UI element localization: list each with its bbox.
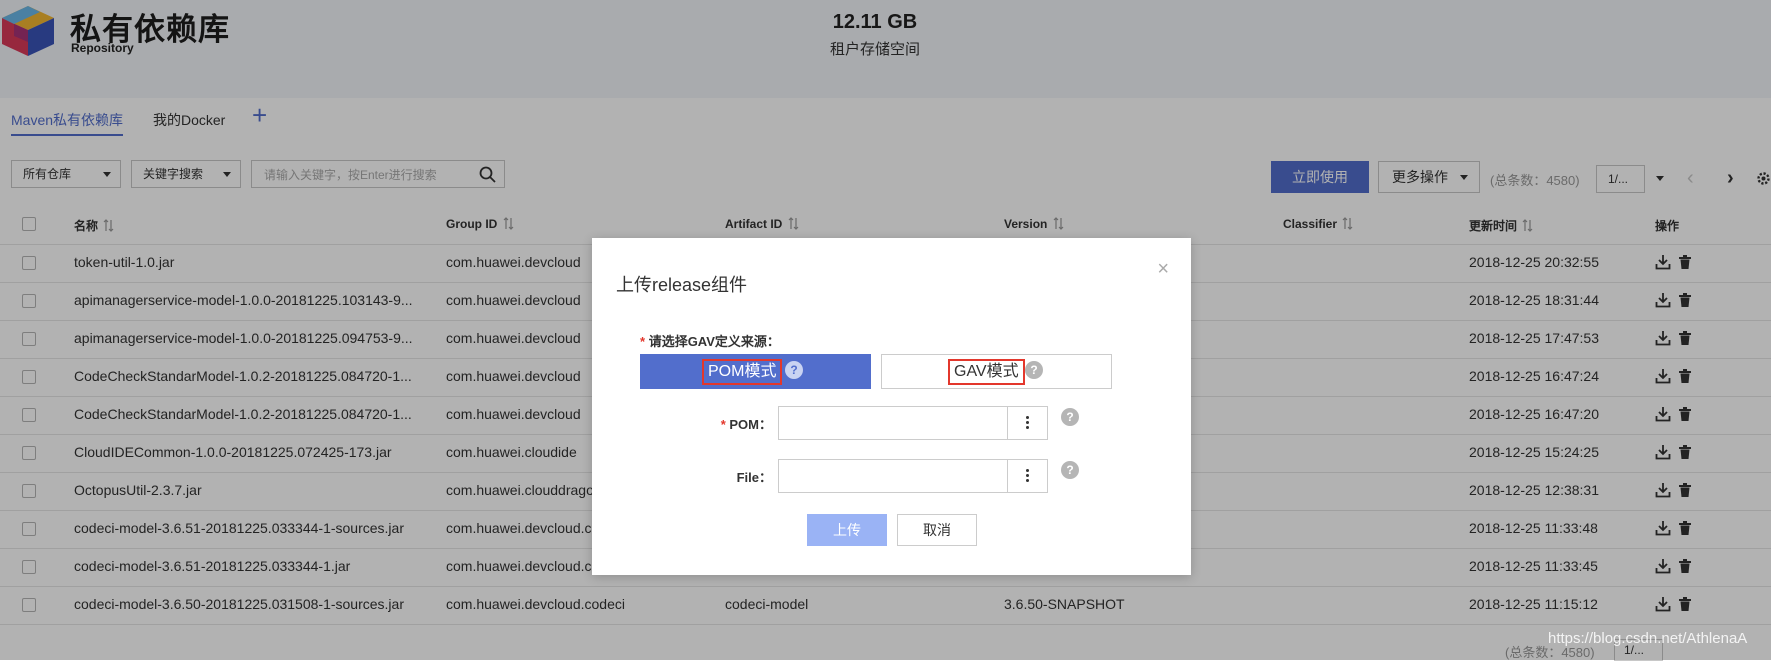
pom-file-path[interactable] — [785, 415, 1009, 435]
more-vertical-icon — [1026, 416, 1029, 431]
help-icon[interactable]: ? — [785, 361, 803, 379]
pom-browse-button[interactable] — [1007, 407, 1047, 439]
help-icon[interactable]: ? — [1061, 408, 1079, 426]
pom-label-text: POM： — [729, 417, 772, 432]
help-icon[interactable]: ? — [1061, 461, 1079, 479]
gav-source-label: * 请选择GAV定义来源： — [640, 331, 780, 350]
pom-file-input[interactable] — [778, 406, 1048, 440]
close-icon[interactable]: × — [1157, 258, 1169, 281]
dialog-title: 上传release组件 — [616, 275, 748, 295]
more-vertical-icon — [1026, 469, 1029, 484]
file-input[interactable] — [778, 459, 1048, 493]
gav-mode-label: GAV模式 — [948, 359, 1025, 385]
watermark: https://blog.csdn.net/AthlenaA — [1548, 630, 1748, 647]
help-icon[interactable]: ? — [1025, 361, 1043, 379]
pom-field-label: * POM： — [682, 414, 772, 433]
file-field-label: File： — [736, 470, 772, 485]
gav-mode-button[interactable]: GAV模式 ? — [881, 354, 1112, 389]
file-browse-button[interactable] — [1007, 460, 1047, 492]
required-mark: * — [640, 334, 646, 349]
file-path[interactable] — [785, 468, 1009, 488]
gav-source-text: 请选择GAV定义来源： — [648, 334, 780, 349]
cancel-button[interactable]: 取消 — [897, 514, 977, 546]
pom-mode-button[interactable]: POM模式 ? — [640, 354, 871, 389]
pom-mode-label: POM模式 — [702, 359, 783, 385]
upload-button[interactable]: 上传 — [807, 514, 887, 546]
upload-release-dialog: 上传release组件 × * 请选择GAV定义来源： POM模式 ? GAV模… — [592, 238, 1191, 575]
required-mark: * — [720, 417, 726, 432]
